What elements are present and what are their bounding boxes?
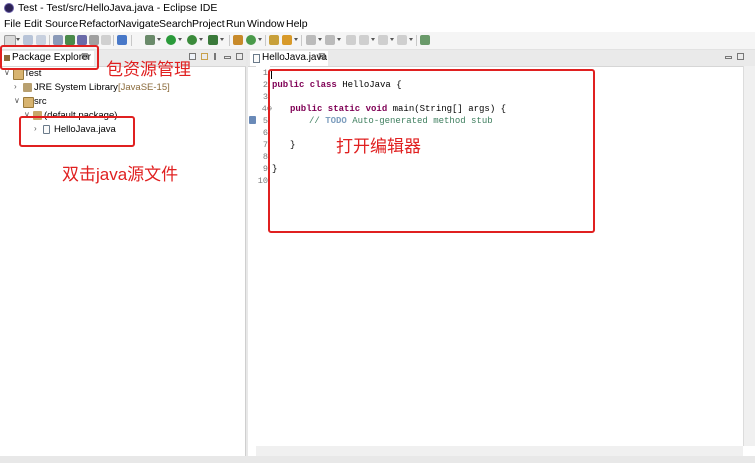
close-icon[interactable]: ⊠ [318,51,326,62]
src-label: src [34,96,47,107]
highlight-editor [268,69,595,233]
prev-annotation-icon[interactable] [325,35,335,45]
save-icon[interactable] [23,35,33,45]
window-title: Test - Test/src/HelloJava.java - Eclipse… [18,2,218,14]
menu-project[interactable]: Project [192,18,225,30]
link-editor-icon[interactable] [201,53,208,60]
title-bar: Test - Test/src/HelloJava.java - Eclipse… [0,0,755,16]
skip-breakpoints-icon[interactable] [53,35,63,45]
line-number: 8 [262,152,268,162]
jre-version: [JavaSE-15] [118,82,170,93]
line-number: 1 [262,68,268,78]
menu-bar: File Edit Source Refactor Navigate Searc… [0,16,755,32]
console-icon[interactable] [117,35,127,45]
line-number: 5 [262,116,268,126]
menu-window[interactable]: Window [247,18,284,30]
menu-file[interactable]: File [4,18,21,30]
next-annotation-icon[interactable] [306,35,316,45]
build-icon[interactable] [65,35,75,45]
line-number: 9 [262,164,268,174]
status-bar [0,456,755,463]
menu-navigate[interactable]: Navigate [118,18,159,30]
vertical-scrollbar[interactable] [743,66,755,446]
pin-editor-icon[interactable] [397,35,407,45]
toggle-mark-icon[interactable] [77,35,87,45]
forward-icon[interactable] [378,35,388,45]
line-number: 7 [262,140,268,150]
new-dropdown-icon[interactable] [16,38,20,41]
line-number: 2 [262,80,268,90]
minimize-icon[interactable] [224,56,231,59]
chevron-down-icon[interactable]: ∨ [14,96,20,105]
editor-maximize-icon[interactable] [737,53,744,60]
eclipse-logo-icon [4,3,14,13]
annotation-open-editor: 打开编辑器 [336,137,421,156]
menu-run[interactable]: Run [226,18,245,30]
paragraph-icon[interactable] [101,35,111,45]
editor-minimize-icon[interactable] [725,56,732,59]
annotation-package-manager: 包资源管理 [106,60,191,79]
view-menu-icon[interactable] [214,53,216,60]
menu-help[interactable]: Help [286,18,308,30]
library-icon [23,83,32,92]
new-class-icon[interactable] [246,35,256,45]
jre-label: JRE System Library [34,82,118,93]
back-icon[interactable] [359,35,369,45]
menu-refactor[interactable]: Refactor [79,18,119,30]
menu-search[interactable]: Search [159,18,192,30]
run-icon[interactable] [166,35,176,45]
new-java-project-icon[interactable] [233,35,243,45]
tree-item-jre[interactable]: › JRE System Library [JavaSE-15] [2,82,170,95]
annotation-double-click: 双击java源文件 [62,165,179,184]
show-whitespace-icon[interactable] [89,35,99,45]
external-tools-icon[interactable] [208,35,218,45]
maximize-icon[interactable] [236,53,243,60]
toolbar [0,32,755,50]
last-edit-icon[interactable] [346,35,356,45]
menu-source[interactable]: Source [45,18,78,30]
tab-hellojava[interactable]: HelloJava.java ⊠ [250,51,328,66]
line-number: 3 [262,92,268,102]
highlight-package-explorer [0,45,99,70]
open-type-icon[interactable] [269,35,279,45]
line-number: 6 [262,128,268,138]
debug-icon[interactable] [145,35,155,45]
line-number: 10 [257,176,268,186]
project-folder-icon [13,69,24,80]
java-file-icon [253,54,260,63]
task-marker-icon[interactable] [249,116,256,124]
source-folder-icon [23,97,34,108]
chevron-right-icon[interactable]: › [14,82,17,91]
save-all-icon[interactable] [36,35,46,45]
horizontal-scrollbar[interactable] [256,446,743,456]
menu-edit[interactable]: Edit [24,18,42,30]
highlight-java-file [19,116,135,147]
coverage-icon[interactable] [187,35,197,45]
search-icon[interactable] [282,35,292,45]
perspective-icon[interactable] [420,35,430,45]
